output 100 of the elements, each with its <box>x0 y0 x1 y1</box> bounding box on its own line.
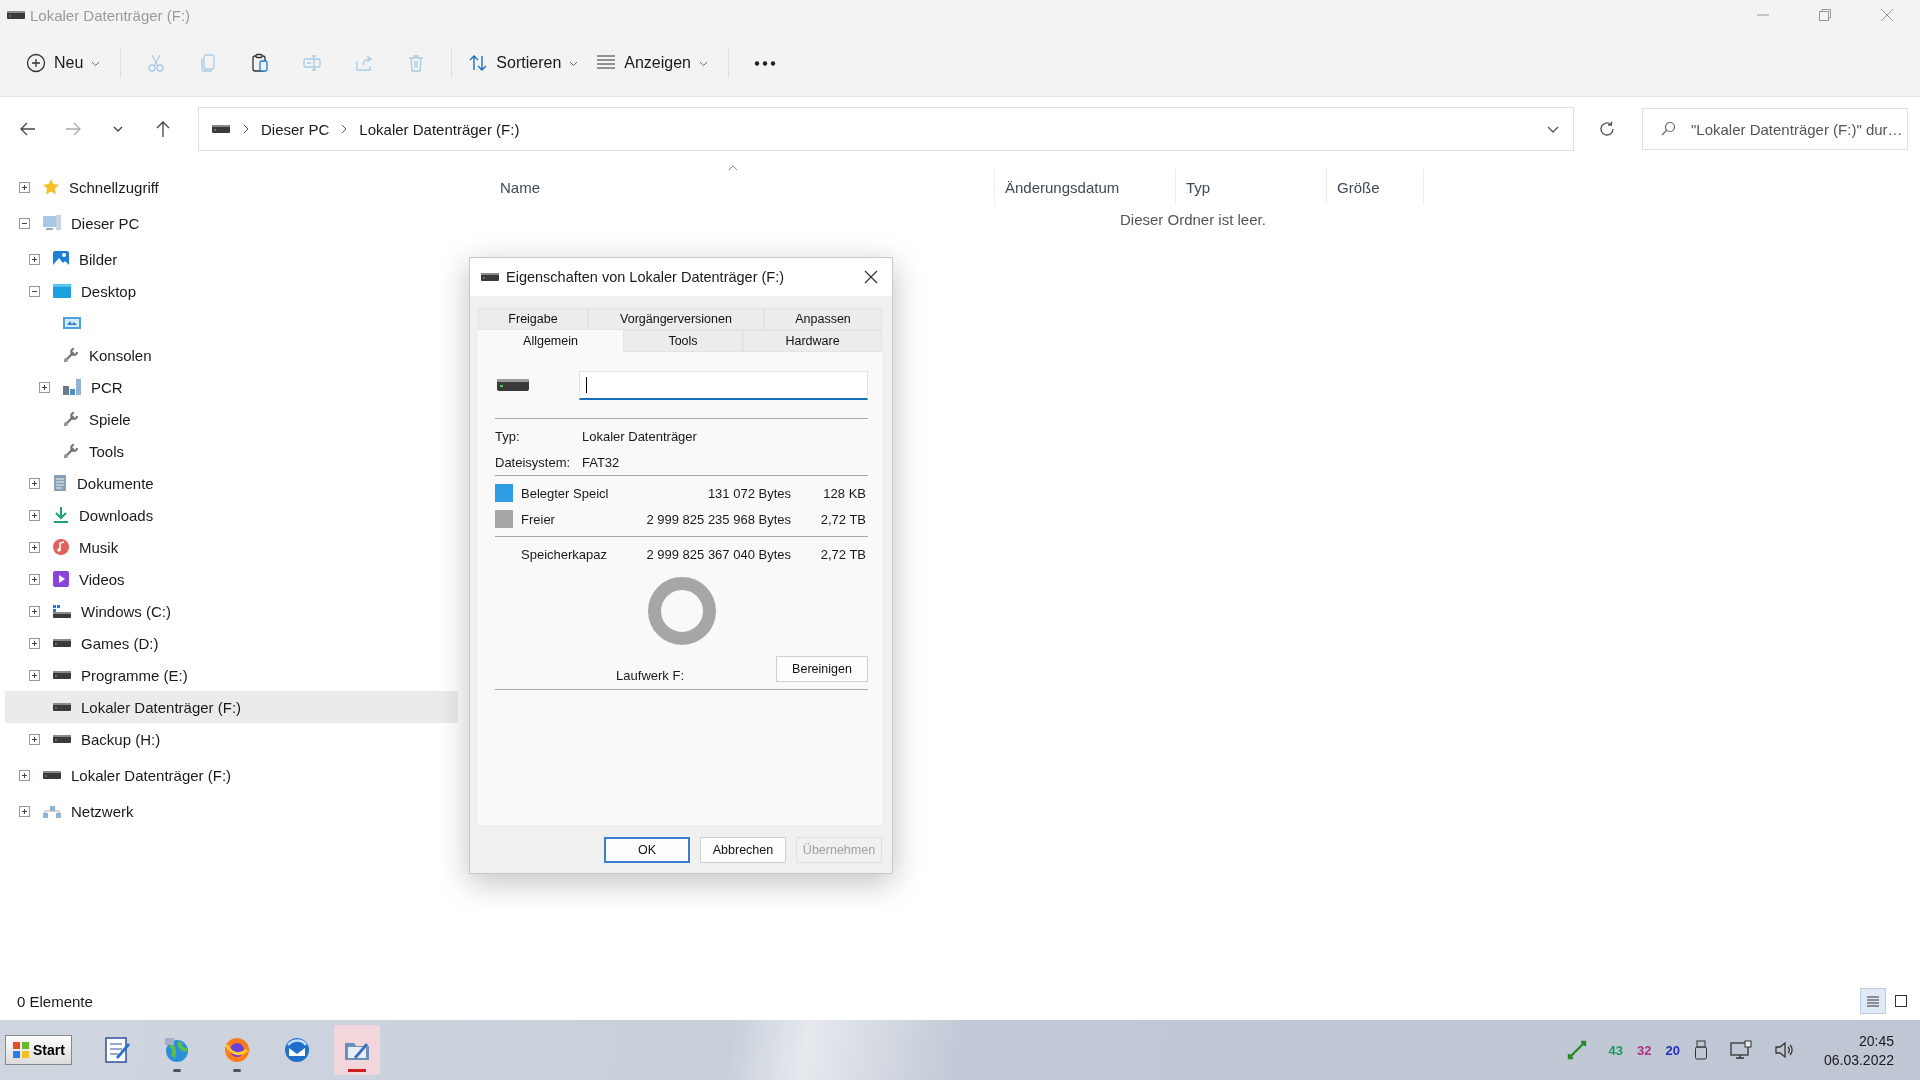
tree-item[interactable]: Games (D:) <box>5 627 458 659</box>
property-label: Dateisystem: <box>495 454 572 470</box>
dropdown-icon[interactable] <box>1547 125 1559 133</box>
network-icon <box>42 804 62 818</box>
expand-icon[interactable] <box>29 253 40 265</box>
tree-item[interactable]: Backup (H:) <box>5 723 458 755</box>
taskbar-app-button[interactable] <box>333 1025 380 1075</box>
search-field[interactable]: "Lokaler Datenträger (F:)" dur… <box>1642 108 1908 150</box>
drive-icon <box>6 10 26 20</box>
wrench-icon <box>62 442 80 460</box>
search-icon <box>1660 121 1676 137</box>
tree-item[interactable]: Lokaler Datenträger (F:) <box>5 759 458 791</box>
wrench-icon <box>62 410 80 428</box>
close-icon[interactable] <box>864 270 878 284</box>
breadcrumb[interactable]: Lokaler Datenträger (F:) <box>359 120 520 138</box>
expand-icon[interactable] <box>29 477 40 489</box>
column-header[interactable]: Änderungsdatum <box>994 169 1175 205</box>
star-icon <box>42 178 60 196</box>
tree-item[interactable]: Bilder <box>5 243 458 275</box>
toolbar-button[interactable]: Neu <box>20 45 111 81</box>
property-value: Lokaler Datenträger <box>582 428 697 444</box>
expand-icon[interactable] <box>29 541 40 553</box>
video-icon <box>52 570 70 588</box>
collapse-icon[interactable] <box>19 217 30 229</box>
column-header[interactable]: Größe <box>1326 169 1424 205</box>
tree-item[interactable]: Programme (E:) <box>5 659 458 691</box>
expand-icon[interactable] <box>19 805 30 817</box>
collapse-icon[interactable] <box>29 285 40 297</box>
expand-icon[interactable] <box>29 605 40 617</box>
arrows-icon[interactable] <box>1566 1040 1587 1060</box>
column-header[interactable]: Name <box>490 169 994 205</box>
usage-label: Belegter Speicl <box>521 485 610 501</box>
four-squares-icon <box>12 1041 30 1059</box>
expand-icon[interactable] <box>29 637 40 649</box>
tab[interactable]: Tools <box>623 330 743 352</box>
drive-name-field[interactable] <box>579 370 868 400</box>
tree-item[interactable]: Spiele <box>5 403 458 435</box>
toolbar-button[interactable]: Anzeigen <box>590 45 718 81</box>
tree-item[interactable]: Netzwerk <box>5 795 458 827</box>
tree-item[interactable]: Musik <box>5 531 458 563</box>
desktop-icon <box>52 283 72 299</box>
monitor-icon <box>62 315 82 331</box>
tree-item[interactable]: Lokaler Datenträger (F:) <box>5 691 458 723</box>
byte-count: 131 072 Bytes <box>706 485 791 501</box>
start-button[interactable]: Start <box>5 1035 72 1065</box>
size-value: 2,72 TB <box>819 546 866 562</box>
monitor-network-icon[interactable] <box>1729 1040 1752 1060</box>
tree-item[interactable]: PCR <box>5 371 458 403</box>
expand-icon[interactable] <box>39 381 50 393</box>
drive-icon <box>42 770 62 780</box>
drive-icon <box>52 638 72 648</box>
chevron-icon <box>341 124 348 134</box>
wrench-icon <box>62 346 80 364</box>
expand-icon[interactable] <box>29 509 40 521</box>
toolbar-button[interactable]: Sortieren <box>462 45 589 81</box>
tree-item[interactable]: Windows (C:) <box>5 595 458 627</box>
byte-count: 2 999 825 235 968 Bytes <box>645 511 791 527</box>
column-header[interactable]: Typ <box>1175 169 1326 205</box>
refresh-icon[interactable] <box>1598 120 1616 138</box>
address-bar[interactable]: Dieser PC Lokaler Datenträger (F:) <box>198 107 1574 151</box>
tab[interactable]: Freigabe <box>478 308 588 330</box>
tree-item[interactable]: Schnellzugriff <box>5 171 458 203</box>
usb-icon[interactable] <box>1693 1040 1708 1060</box>
cleanup-button[interactable]: Bereinigen <box>776 656 868 682</box>
tab[interactable]: Anpassen <box>764 308 882 330</box>
tree-item[interactable]: Downloads <box>5 499 458 531</box>
clock-date[interactable]: 06.03.2022 <box>1823 1051 1894 1068</box>
expand-icon[interactable] <box>29 669 40 681</box>
tree-item[interactable]: Konsolen <box>5 339 458 371</box>
square-icon <box>1895 995 1907 1007</box>
drive-icon <box>52 670 72 680</box>
buildings-icon <box>62 378 82 396</box>
byte-count: 2 999 825 367 040 Bytes <box>645 546 791 562</box>
size-value: 2,72 TB <box>819 511 866 527</box>
tray-counter[interactable]: 20 <box>1665 1042 1680 1058</box>
dialog-button[interactable]: OK <box>604 837 690 863</box>
breadcrumb[interactable]: Dieser PC <box>261 120 330 138</box>
tree-item[interactable]: Dokumente <box>5 467 458 499</box>
expand-icon[interactable] <box>19 769 30 781</box>
tab[interactable]: Hardware <box>743 330 882 352</box>
tree-item[interactable]: Videos <box>5 563 458 595</box>
drive-label: Laufwerk F: <box>616 667 684 683</box>
tab[interactable]: Allgemein <box>478 330 623 352</box>
tree-item[interactable]: Tools <box>5 435 458 467</box>
property-label: Typ: <box>495 428 521 444</box>
expand-icon[interactable] <box>29 573 40 585</box>
expand-icon[interactable] <box>19 181 30 193</box>
clock-time[interactable]: 20:45 <box>1858 1032 1894 1049</box>
download-icon <box>52 506 70 524</box>
restore-icon[interactable] <box>1818 8 1832 22</box>
drive-icon <box>480 272 500 282</box>
volume-icon[interactable] <box>1773 1040 1794 1060</box>
tree-item[interactable]: Dieser PC <box>5 207 458 239</box>
tree-item[interactable]: Desktop <box>5 275 458 307</box>
expand-icon[interactable] <box>29 733 40 745</box>
item-count: 0 Elemente <box>17 992 93 1010</box>
tab[interactable]: Vorgängerversionen <box>588 308 764 330</box>
dialog-button[interactable]: Abbrechen <box>700 837 786 863</box>
details-list-icon <box>1866 995 1880 1007</box>
usage-label: Speicherkapaz <box>521 546 608 562</box>
